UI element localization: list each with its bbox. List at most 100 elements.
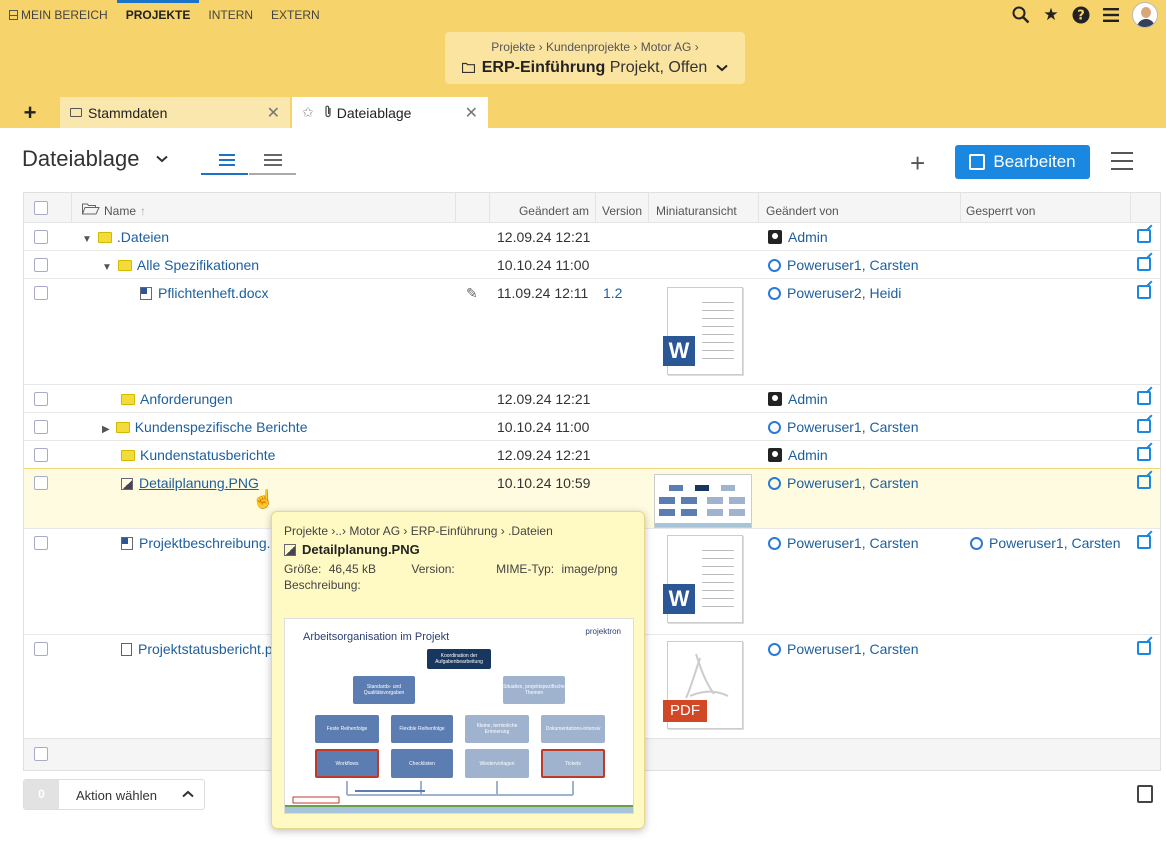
project-title: ERP-Einführung Projekt, Offen <box>445 59 745 77</box>
expand-icon[interactable]: ▶ <box>102 424 110 435</box>
edit-row-icon[interactable] <box>1137 535 1151 549</box>
menu-icon[interactable] <box>1102 6 1120 24</box>
tab-dateiablage[interactable]: ✩ Dateiablage ✕ <box>292 97 488 128</box>
edit-icon <box>969 154 986 170</box>
edit-row-icon[interactable] <box>1137 391 1151 405</box>
thumbnail-image[interactable] <box>654 474 752 528</box>
pin-icon[interactable]: ✩ <box>302 104 314 121</box>
admin-icon <box>768 448 782 462</box>
popup-image-preview: Arbeitsorganisation im Projekt projektro… <box>284 618 634 814</box>
nav-mein-bereich[interactable]: MEIN BEREICH <box>0 0 117 30</box>
select-all-checkbox[interactable] <box>34 201 48 215</box>
close-icon[interactable]: ✕ <box>267 103 280 123</box>
col-locked-by[interactable]: Gesperrt von <box>961 193 1131 223</box>
table-row[interactable]: Pflichtenheft.docx ✎ 11.09.24 12:11 1.2 … <box>24 279 1160 385</box>
row-checkbox[interactable] <box>34 642 48 656</box>
admin-icon <box>768 230 782 244</box>
tree-view-button[interactable] <box>201 147 248 175</box>
chevron-up-icon <box>182 785 194 801</box>
dashboard-icon <box>9 10 18 20</box>
word-file-icon <box>121 537 133 550</box>
tree-view-icon <box>218 154 235 166</box>
project-breadcrumb[interactable]: Projekte › Kundenprojekte › Motor AG › E… <box>445 32 745 84</box>
add-button[interactable]: + <box>910 148 925 179</box>
add-tab-button[interactable]: + <box>0 97 60 128</box>
user-icon <box>768 287 781 300</box>
nav-intern[interactable]: INTERN <box>199 0 262 30</box>
row-checkbox[interactable] <box>34 392 48 406</box>
word-file-icon <box>140 287 152 300</box>
user-icon <box>768 537 781 550</box>
edit-row-icon[interactable] <box>1137 285 1151 299</box>
settings-sliders-icon[interactable] <box>1111 152 1133 172</box>
export-icon[interactable] <box>1137 785 1153 803</box>
row-checkbox[interactable] <box>34 230 48 244</box>
col-thumbnail[interactable]: Miniaturansicht <box>649 193 759 223</box>
edit-row-icon[interactable] <box>1137 257 1151 271</box>
thumbnail-pdf[interactable]: PDF <box>663 641 743 729</box>
table-row[interactable]: Kundenstatusberichte 12.09.24 12:21 Admi… <box>24 441 1160 469</box>
pdf-file-icon <box>121 643 132 656</box>
action-select[interactable]: 0 Aktion wählen <box>23 779 205 810</box>
file-info-popup: Projekte ›..› Motor AG › ERP-Einführung … <box>271 511 645 829</box>
search-icon[interactable] <box>1012 6 1030 24</box>
edit-row-icon[interactable] <box>1137 475 1151 489</box>
table-row[interactable]: ▼ .Dateien 12.09.24 12:21 Admin <box>24 223 1160 251</box>
edit-row-icon[interactable] <box>1137 229 1151 243</box>
folder-icon <box>121 450 135 461</box>
nav-projekte[interactable]: PROJEKTE <box>116 0 200 30</box>
edit-row-icon[interactable] <box>1137 447 1151 461</box>
help-icon[interactable]: ? <box>1072 6 1090 24</box>
list-view-icon <box>263 154 282 166</box>
row-checkbox[interactable] <box>34 420 48 434</box>
edit-row-icon[interactable] <box>1137 419 1151 433</box>
collapse-icon[interactable]: ▼ <box>102 262 112 273</box>
row-checkbox[interactable] <box>34 476 48 490</box>
page-title[interactable]: Dateiablage <box>22 146 168 172</box>
thumbnail-word[interactable]: W <box>663 287 743 375</box>
table-row[interactable]: ▼ Alle Spezifikationen 10.10.24 11:00 Pow… <box>24 251 1160 279</box>
user-icon <box>768 421 781 434</box>
list-view-button[interactable] <box>249 147 296 175</box>
row-checkbox[interactable] <box>34 286 48 300</box>
folder-icon <box>462 62 476 74</box>
tab-bar: + Stammdaten ✕ ✩ Dateiablage ✕ <box>0 97 1166 128</box>
folder-icon <box>115 422 130 433</box>
col-name[interactable]: Name ↑ <box>72 193 456 223</box>
folder-icon <box>97 232 112 243</box>
user-icon <box>768 477 781 490</box>
thumbnail-word[interactable]: W <box>663 535 743 623</box>
selected-count: 0 <box>24 780 59 809</box>
popup-meta: Größe: 46,45 kB Version: MIME-Typ: image… <box>284 562 618 576</box>
tab-stammdaten[interactable]: Stammdaten ✕ <box>60 97 290 128</box>
close-icon[interactable]: ✕ <box>465 103 478 123</box>
collapse-icon[interactable]: ▼ <box>82 234 92 245</box>
edit-row-icon[interactable] <box>1137 641 1151 655</box>
header-icons: ★ ? <box>1012 0 1166 30</box>
edit-button[interactable]: Bearbeiten <box>955 145 1090 179</box>
table-row[interactable]: ▶ Kundenspezifische Berichte 10.10.24 11:… <box>24 413 1160 441</box>
user-icon <box>970 537 983 550</box>
col-version[interactable]: Version <box>596 193 649 223</box>
col-changed-at[interactable]: Geändert am <box>490 193 596 223</box>
hand-cursor-icon: ☝ <box>252 489 275 509</box>
user-icon <box>768 259 781 272</box>
svg-text:?: ? <box>1077 9 1085 24</box>
user-avatar[interactable] <box>1132 2 1158 28</box>
image-file-icon <box>284 544 296 556</box>
nav-extern[interactable]: EXTERN <box>262 0 329 30</box>
version-link[interactable]: 1.2 <box>603 285 622 301</box>
pencil-icon[interactable]: ✎ <box>466 285 478 302</box>
image-file-icon <box>121 478 133 490</box>
row-checkbox[interactable] <box>34 536 48 550</box>
row-checkbox[interactable] <box>34 448 48 462</box>
table-row[interactable]: Anforderungen 12.09.24 12:21 Admin <box>24 385 1160 413</box>
admin-icon <box>768 392 782 406</box>
chevron-down-icon <box>716 64 728 72</box>
main-nav: MEIN BEREICH PROJEKTE INTERN EXTERN <box>0 0 329 30</box>
star-icon[interactable]: ★ <box>1042 5 1060 24</box>
row-checkbox[interactable] <box>34 258 48 272</box>
paperclip-icon <box>324 105 332 121</box>
footer-checkbox[interactable] <box>34 747 48 761</box>
col-changed-by[interactable]: Geändert von <box>759 193 961 223</box>
